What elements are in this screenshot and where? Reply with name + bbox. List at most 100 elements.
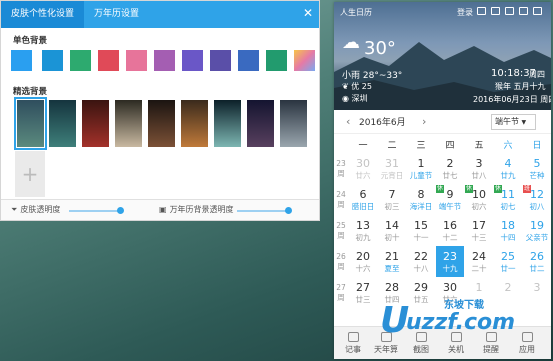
day-number: 28 xyxy=(385,281,399,294)
lunar-label: 初三 xyxy=(384,202,400,211)
day-number: 1 xyxy=(417,157,425,170)
calendar-icon: ▣ xyxy=(159,205,167,214)
day-cell[interactable]: 6 腊旧日 xyxy=(349,184,377,215)
slider-knob[interactable] xyxy=(117,207,124,214)
minimize-icon[interactable] xyxy=(519,7,528,15)
wallpaper-thumb[interactable] xyxy=(49,100,76,147)
day-cell[interactable]: 5 芒种 xyxy=(523,153,551,184)
wallpaper-thumb[interactable] xyxy=(148,100,175,147)
lunar-label: 十一 xyxy=(413,233,429,242)
day-cell[interactable]: 11 初七休 xyxy=(494,184,522,215)
tab-calendar-settings[interactable]: 万年历设置 xyxy=(84,1,149,28)
weekday-label: 五 xyxy=(474,141,484,151)
day-cell[interactable]: 21 夏至 xyxy=(378,246,406,277)
mail-icon[interactable] xyxy=(505,7,514,15)
day-cell[interactable]: 4 廿九 xyxy=(494,153,522,184)
opacity-bar: ⏷ 皮肤透明度 ▣ 万年历背景透明度 xyxy=(1,199,319,220)
holiday-badge: 休 xyxy=(494,185,503,193)
color-swatch[interactable] xyxy=(98,50,119,71)
color-swatch[interactable] xyxy=(210,50,231,71)
day-cell[interactable]: 15 十一 xyxy=(407,215,435,246)
day-cell[interactable]: 2 廿七 xyxy=(436,153,464,184)
wallpaper-thumb[interactable] xyxy=(181,100,208,147)
wallpaper-thumb[interactable] xyxy=(214,100,241,147)
calendar-opacity-slider[interactable] xyxy=(237,207,292,214)
wallpaper-thumb[interactable] xyxy=(247,100,274,147)
day-number: 7 xyxy=(388,188,396,201)
close-icon[interactable]: ✕ xyxy=(303,7,313,19)
day-number: 4 xyxy=(504,157,512,170)
day-cell[interactable]: 17 十三 xyxy=(465,215,493,246)
notes-button[interactable]: 记事 xyxy=(338,332,368,355)
color-swatch[interactable] xyxy=(11,50,32,71)
lunar-label: 廿七 xyxy=(442,171,458,180)
day-cell[interactable]: 8 海洋日 xyxy=(407,184,435,215)
lunar-label: 初八 xyxy=(529,202,545,211)
lunar-label: 十六 xyxy=(355,264,371,273)
cloud-icon: ☁ xyxy=(342,32,360,53)
day-number: 3 xyxy=(533,281,541,294)
skin-opacity: ⏷ 皮肤透明度 xyxy=(11,204,60,215)
day-number: 26 xyxy=(530,250,544,263)
holiday-select[interactable]: 端午节 ▼ xyxy=(491,114,536,130)
day-cell[interactable]: 31 元宵日 xyxy=(378,153,406,184)
skin-opacity-slider[interactable] xyxy=(69,207,124,214)
day-cell[interactable]: 20 十六 xyxy=(349,246,377,277)
workday-badge: 班 xyxy=(523,185,532,193)
day-cell[interactable]: 10 初六休 xyxy=(465,184,493,215)
login-link[interactable]: 登录 xyxy=(457,7,473,18)
day-number: 17 xyxy=(472,219,486,232)
color-swatch[interactable] xyxy=(154,50,175,71)
day-cell[interactable]: 16 十二 xyxy=(436,215,464,246)
day-number: 22 xyxy=(414,250,428,263)
day-cell[interactable]: 12 初八班 xyxy=(523,184,551,215)
funnel-icon: ⏷ xyxy=(11,204,18,214)
wallpaper-thumb[interactable] xyxy=(82,100,109,147)
day-cell[interactable]: 27 廿三 xyxy=(349,277,377,308)
tab-skin-settings[interactable]: 皮肤个性化设置 xyxy=(1,1,85,28)
color-swatch[interactable] xyxy=(238,50,259,71)
day-cell[interactable]: 18 十四 xyxy=(494,215,522,246)
wallpaper-thumb[interactable] xyxy=(115,100,142,147)
week-number: 27 周 xyxy=(336,283,346,302)
day-cell[interactable]: 14 初十 xyxy=(378,215,406,246)
color-swatch[interactable] xyxy=(266,50,287,71)
day-cell[interactable]: 23 十九 xyxy=(436,246,464,277)
day-number: 3 xyxy=(475,157,483,170)
close-icon[interactable] xyxy=(533,7,542,15)
day-cell[interactable]: 25 廿一 xyxy=(494,246,522,277)
color-swatch[interactable] xyxy=(42,50,63,71)
calendar-opacity: ▣ 万年历背景透明度 xyxy=(159,204,234,215)
weather-text: 小雨 28°~33° xyxy=(342,71,403,81)
day-cell[interactable]: 22 十八 xyxy=(407,246,435,277)
weekday-label: 一 xyxy=(358,141,368,151)
day-number: 5 xyxy=(533,157,541,170)
skin-icon[interactable] xyxy=(477,7,486,15)
skin-tab-bar: 皮肤个性化设置 万年历设置 ✕ xyxy=(1,1,319,28)
day-number: 24 xyxy=(472,250,486,263)
add-wallpaper-button[interactable]: + xyxy=(15,151,45,197)
clock-weekday: 周四 xyxy=(529,70,545,79)
color-swatch[interactable] xyxy=(182,50,203,71)
week-number: 26 周 xyxy=(336,252,346,271)
chevron-left-icon[interactable]: ‹ xyxy=(346,115,350,128)
day-cell[interactable]: 26 廿二 xyxy=(523,246,551,277)
share-icon[interactable] xyxy=(491,7,500,15)
wallpaper-thumb[interactable] xyxy=(280,100,307,147)
chevron-right-icon[interactable]: › xyxy=(422,115,426,128)
month-label[interactable]: 2016年6月 xyxy=(359,115,406,128)
day-cell[interactable]: 9 端午节休 xyxy=(436,184,464,215)
day-cell[interactable]: 19 父亲节 xyxy=(523,215,551,246)
day-cell[interactable]: 24 二十 xyxy=(465,246,493,277)
color-swatch[interactable] xyxy=(70,50,91,71)
day-cell[interactable]: 13 初九 xyxy=(349,215,377,246)
color-swatch[interactable] xyxy=(294,50,315,71)
day-cell[interactable]: 1 儿童节 xyxy=(407,153,435,184)
slider-knob[interactable] xyxy=(285,207,292,214)
wallpaper-thumb[interactable] xyxy=(14,97,47,150)
day-cell[interactable]: 30 廿六 xyxy=(349,153,377,184)
watermark: U 东坡下载 uzzf.com xyxy=(380,296,536,348)
day-cell[interactable]: 7 初三 xyxy=(378,184,406,215)
color-swatch[interactable] xyxy=(126,50,147,71)
day-cell[interactable]: 3 廿八 xyxy=(465,153,493,184)
